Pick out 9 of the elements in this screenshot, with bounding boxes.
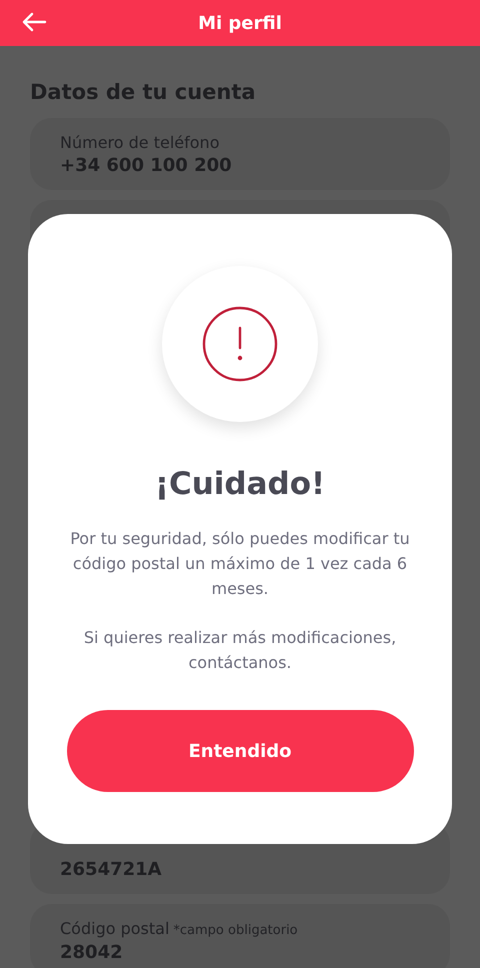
back-arrow-icon (21, 12, 47, 32)
understood-button[interactable]: Entendido (66, 710, 414, 792)
dialog-message: Por tu seguridad, sólo puedes modificar tu código postal un máximo de 1 vez cada 6 meses. (69, 528, 411, 600)
warning-icon (202, 306, 278, 382)
header-title: Mi perfil (198, 12, 282, 36)
section-title: Datos de tu cuenta (30, 79, 257, 106)
dialog-title: ¡Cuidado! (154, 465, 326, 504)
back-button[interactable] (20, 10, 48, 34)
dialog-message: Si quieres realizar más modificaciones, contáctanos. (82, 627, 398, 674)
